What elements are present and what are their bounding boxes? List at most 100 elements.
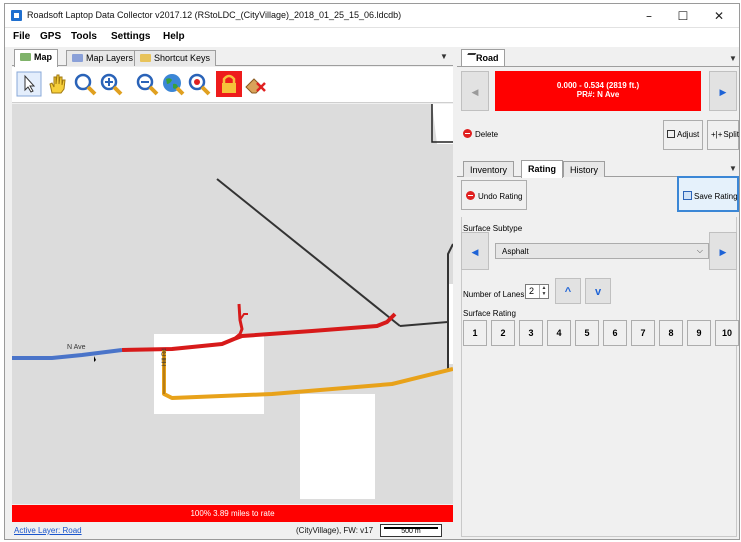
rate-status-bar: 100% 3.89 miles to rate: [12, 505, 453, 522]
map-icon: [20, 53, 31, 61]
delete-button[interactable]: Delete: [461, 120, 502, 150]
next-segment-button[interactable]: ▶: [709, 71, 737, 111]
map-pane: Map Map Layers Shortcut Keys ▼ N Ave Hil…: [12, 48, 453, 538]
tab-rating[interactable]: Rating: [521, 160, 563, 178]
menu-gps[interactable]: GPS: [40, 31, 61, 42]
status-bar: Active Layer: Road (CityVillage), FW: v1…: [12, 523, 453, 538]
window-title: Roadsoft Laptop Data Collector v2017.12 …: [27, 10, 402, 20]
previous-segment-button[interactable]: ◀: [461, 71, 489, 111]
tab-divider: [457, 66, 739, 67]
surface-rating-label: Surface Rating: [463, 309, 516, 318]
zoom-in-icon[interactable]: [98, 71, 124, 97]
undo-rating-button[interactable]: Undo Rating: [461, 180, 527, 210]
app-icon: [11, 10, 22, 21]
lanes-input[interactable]: 2 ▲ ▼: [525, 284, 549, 299]
clear-selection-icon[interactable]: [242, 71, 268, 97]
firmware-info: (CityVillage), FW: v17: [296, 526, 374, 535]
tab-inventory[interactable]: Inventory: [463, 161, 515, 177]
tab-shortcut-keys[interactable]: Shortcut Keys: [134, 50, 217, 66]
rating-button-8[interactable]: 8: [659, 320, 683, 346]
save-rating-button[interactable]: Save Rating: [677, 176, 739, 212]
tab-history[interactable]: History: [563, 161, 606, 177]
road-pane: Road ▼ ◀ 0.000 - 0.534 (2819 ft.) PR#: N…: [457, 48, 739, 539]
map-canvas[interactable]: N Ave Hill Rd: [12, 104, 453, 504]
split-button[interactable]: +|+Split: [707, 120, 739, 150]
lanes-up-button[interactable]: ^: [555, 278, 581, 304]
tab-map-layers-label: Map Layers: [86, 53, 134, 63]
road-tab-icon: [463, 53, 477, 61]
map-toolbar: [12, 67, 453, 103]
zoom-out-icon[interactable]: [134, 71, 160, 97]
undo-rating-label: Undo Rating: [478, 192, 523, 201]
pan-hand-icon[interactable]: [44, 71, 70, 97]
surface-subtype-select[interactable]: Asphalt ⌵: [495, 243, 709, 259]
land-area: [12, 104, 453, 504]
menu-bar: File GPS Tools Settings Help: [5, 28, 739, 47]
zoom-extent-globe-icon[interactable]: [160, 71, 186, 97]
adjust-icon: [667, 130, 675, 138]
app-window: Roadsoft Laptop Data Collector v2017.12 …: [4, 3, 740, 540]
delete-label: Delete: [475, 130, 499, 139]
road-pane-menu-icon[interactable]: ▼: [729, 54, 737, 63]
chevron-up-icon: ^: [564, 286, 572, 298]
chevron-right-icon: ▶: [719, 247, 727, 257]
adjust-button[interactable]: Adjust: [663, 120, 703, 150]
tab-map[interactable]: Map: [14, 49, 58, 67]
tab-map-layers[interactable]: Map Layers: [66, 50, 140, 66]
rating-button-3[interactable]: 3: [519, 320, 543, 346]
menu-help[interactable]: Help: [163, 31, 185, 42]
save-rating-label: Save Rating: [694, 192, 738, 201]
rating-button-10[interactable]: 10: [715, 320, 739, 346]
rating-button-6[interactable]: 6: [603, 320, 627, 346]
menu-file[interactable]: File: [13, 31, 30, 42]
close-button[interactable]: ✕: [705, 7, 733, 25]
tab-road[interactable]: Road: [461, 49, 505, 66]
lock-icon[interactable]: [216, 71, 242, 97]
scale-label: 500 m: [401, 528, 421, 535]
rating-button-5[interactable]: 5: [575, 320, 599, 346]
map-drawing[interactable]: [12, 104, 453, 504]
lanes-label: Number of Lanes: [463, 290, 525, 299]
save-icon: [683, 191, 692, 200]
surface-subtype-value: Asphalt: [502, 247, 529, 256]
adjust-label: Adjust: [677, 130, 700, 139]
rating-button-1[interactable]: 1: [463, 320, 487, 346]
road-subtabs: Inventory Rating History ▼: [457, 159, 739, 178]
subtab-menu-icon[interactable]: ▼: [729, 164, 737, 173]
maximize-button[interactable]: ☐: [669, 7, 697, 25]
menu-settings[interactable]: Settings: [111, 31, 150, 42]
rating-button-2[interactable]: 2: [491, 320, 515, 346]
layers-icon: [72, 54, 83, 62]
menu-tools[interactable]: Tools: [71, 31, 97, 42]
rating-button-4[interactable]: 4: [547, 320, 571, 346]
segment-actions: Delete Adjust +|+Split: [457, 118, 739, 153]
tab-overflow-icon[interactable]: ▼: [440, 52, 448, 61]
white-parcel: [300, 394, 375, 499]
chevron-right-icon: ▶: [719, 87, 727, 97]
tab-map-label: Map: [34, 52, 52, 62]
lanes-value: 2: [529, 286, 535, 296]
active-layer-link[interactable]: Active Layer: Road: [14, 526, 82, 535]
tab-shortcut-keys-label: Shortcut Keys: [154, 53, 211, 63]
segment-name: PR#: N Ave: [576, 90, 620, 99]
subtype-prev-button[interactable]: ◀: [461, 232, 489, 270]
segment-banner: 0.000 - 0.534 (2819 ft.) PR#: N Ave: [495, 71, 701, 111]
split-label: Split: [723, 130, 739, 139]
zoom-to-selection-icon[interactable]: [186, 71, 212, 97]
zoom-icon[interactable]: [72, 71, 98, 97]
lanes-spinner[interactable]: ▲ ▼: [539, 285, 548, 298]
scale-bar: 500 m: [380, 524, 442, 537]
select-arrow-icon[interactable]: [16, 71, 42, 97]
split-icon: +|+: [711, 130, 723, 139]
rating-button-9[interactable]: 9: [687, 320, 711, 346]
rating-button-7[interactable]: 7: [631, 320, 655, 346]
keys-icon: [140, 54, 151, 62]
undo-icon: [466, 191, 475, 200]
minimize-button[interactable]: –: [635, 7, 663, 25]
chevron-down-icon: v: [594, 286, 602, 298]
chevron-down-icon: ⌵: [696, 246, 703, 255]
map-tab-strip: Map Map Layers Shortcut Keys ▼: [12, 48, 453, 67]
lanes-down-button[interactable]: v: [585, 278, 611, 304]
rating-panel-frame: [461, 217, 737, 537]
subtype-next-button[interactable]: ▶: [709, 232, 737, 270]
